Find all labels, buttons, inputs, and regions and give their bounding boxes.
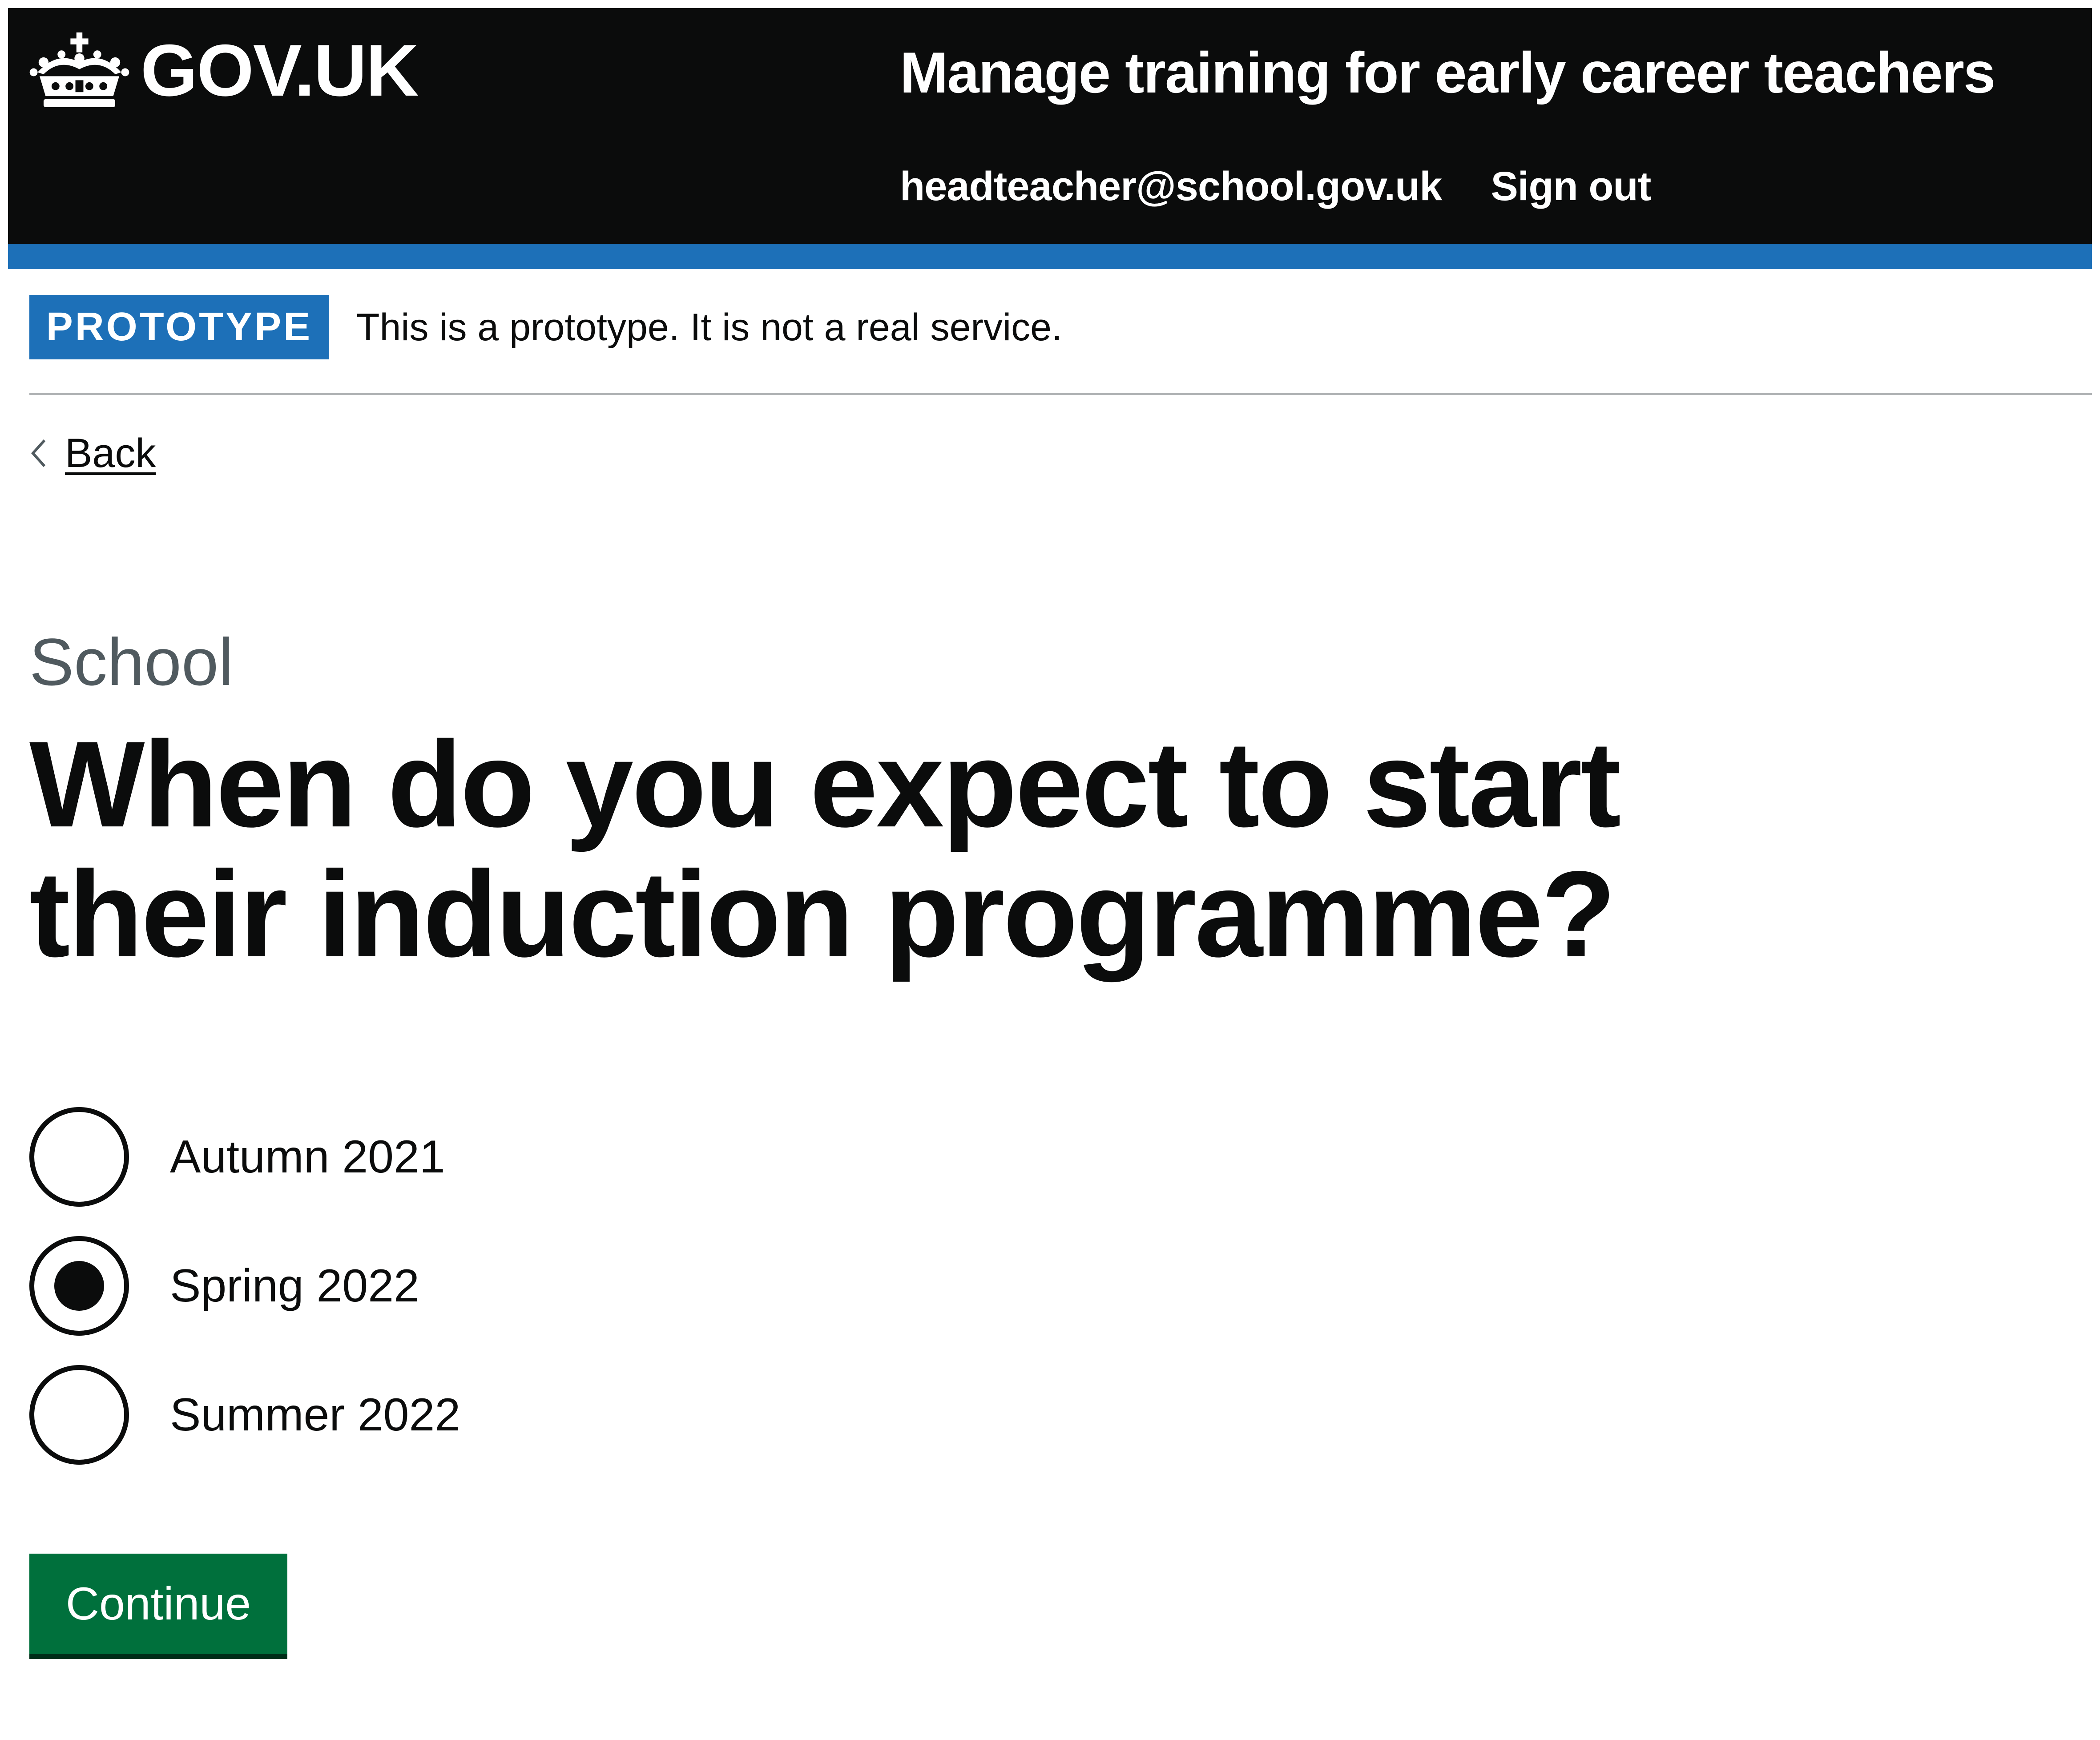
continue-button[interactable]: Continue: [29, 1554, 287, 1654]
header-blue-bar: [8, 244, 2092, 269]
phase-tag: PROTOTYPE: [29, 295, 329, 359]
radio-label[interactable]: Summer 2022: [170, 1392, 460, 1438]
radio-option-summer-2022[interactable]: Summer 2022: [29, 1362, 460, 1467]
radio-label[interactable]: Spring 2022: [170, 1263, 419, 1309]
page-title: When do you expect to start their induct…: [29, 716, 1621, 983]
phase-banner-text: This is a prototype. It is not a real se…: [356, 306, 1062, 349]
user-email-link[interactable]: headteacher@school.gov.uk: [900, 166, 1442, 207]
sign-out-link[interactable]: Sign out: [1491, 166, 1651, 207]
radio-selected-dot: [54, 1261, 104, 1311]
radio-option-autumn-2021[interactable]: Autumn 2021: [29, 1104, 445, 1209]
back-link[interactable]: Back: [29, 433, 156, 474]
phase-banner: PROTOTYPE This is a prototype. It is not…: [29, 295, 2092, 395]
govuk-logo-text: GOV.UK: [141, 29, 419, 111]
radio-button-selected[interactable]: [29, 1236, 129, 1336]
chevron-left-icon: [29, 438, 47, 469]
header-navigation: headteacher@school.gov.uk Sign out: [900, 166, 1651, 207]
header: GOV.UK Manage training for early career …: [8, 8, 2092, 244]
page-caption: School: [29, 624, 234, 699]
radio-label[interactable]: Autumn 2021: [170, 1134, 445, 1180]
crown-icon: [29, 32, 129, 108]
radio-option-spring-2022[interactable]: Spring 2022: [29, 1233, 419, 1338]
radio-button[interactable]: [29, 1107, 129, 1207]
radio-button[interactable]: [29, 1365, 129, 1465]
page: GOV.UK Manage training for early career …: [8, 8, 2092, 1732]
service-name-link[interactable]: Manage training for early career teacher…: [900, 44, 1995, 101]
govuk-logo-link[interactable]: GOV.UK: [29, 29, 419, 111]
back-link-label: Back: [65, 431, 156, 476]
